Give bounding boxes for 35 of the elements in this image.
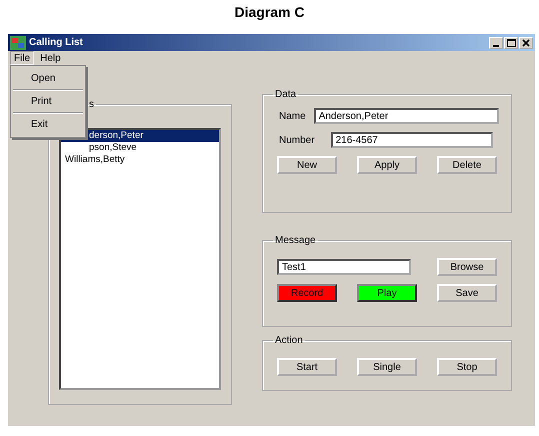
action-button[interactable]: Play: [357, 284, 417, 302]
close-icon: [522, 38, 530, 46]
minimize-button[interactable]: [489, 36, 503, 48]
action-button[interactable]: Apply: [357, 156, 417, 174]
field-label: Name: [279, 110, 306, 122]
name-field[interactable]: Anderson,Peter: [314, 108, 499, 124]
number-field[interactable]: 216-4567: [330, 132, 493, 148]
maximize-button[interactable]: [504, 36, 518, 48]
list-item[interactable]: pson,Steve: [61, 142, 219, 154]
window-title: Calling List: [29, 37, 84, 48]
close-button[interactable]: [519, 36, 533, 48]
minimize-icon: [493, 44, 499, 46]
action-button[interactable]: Record: [277, 284, 337, 302]
menu-item[interactable]: File: [10, 51, 34, 65]
action-button[interactable]: Single: [357, 358, 417, 376]
browse-button[interactable]: Browse: [437, 258, 497, 276]
group-title: Data: [274, 89, 298, 100]
menu-item[interactable]: Help: [36, 51, 65, 65]
menu-option[interactable]: Print: [11, 91, 85, 112]
action-button[interactable]: Save: [437, 284, 497, 302]
menu-option[interactable]: Open: [11, 68, 85, 89]
group-title: Action: [274, 335, 304, 346]
maximize-icon: [506, 38, 516, 46]
list-item[interactable]: Williams,Betty: [61, 154, 219, 166]
action-button[interactable]: Delete: [437, 156, 497, 174]
list-box[interactable]: derson,Peter pson,Steve Williams,Betty: [59, 128, 221, 390]
action-button[interactable]: Start: [277, 358, 337, 376]
diagram-caption: Diagram C: [233, 3, 306, 22]
group-title: Message: [274, 235, 317, 246]
group-title: s: [88, 99, 95, 110]
message-field[interactable]: Test1: [277, 259, 411, 275]
app-icon: [10, 36, 26, 50]
field-label: Number: [279, 134, 315, 146]
action-button[interactable]: New: [277, 156, 337, 174]
action-button[interactable]: Stop: [437, 358, 497, 376]
